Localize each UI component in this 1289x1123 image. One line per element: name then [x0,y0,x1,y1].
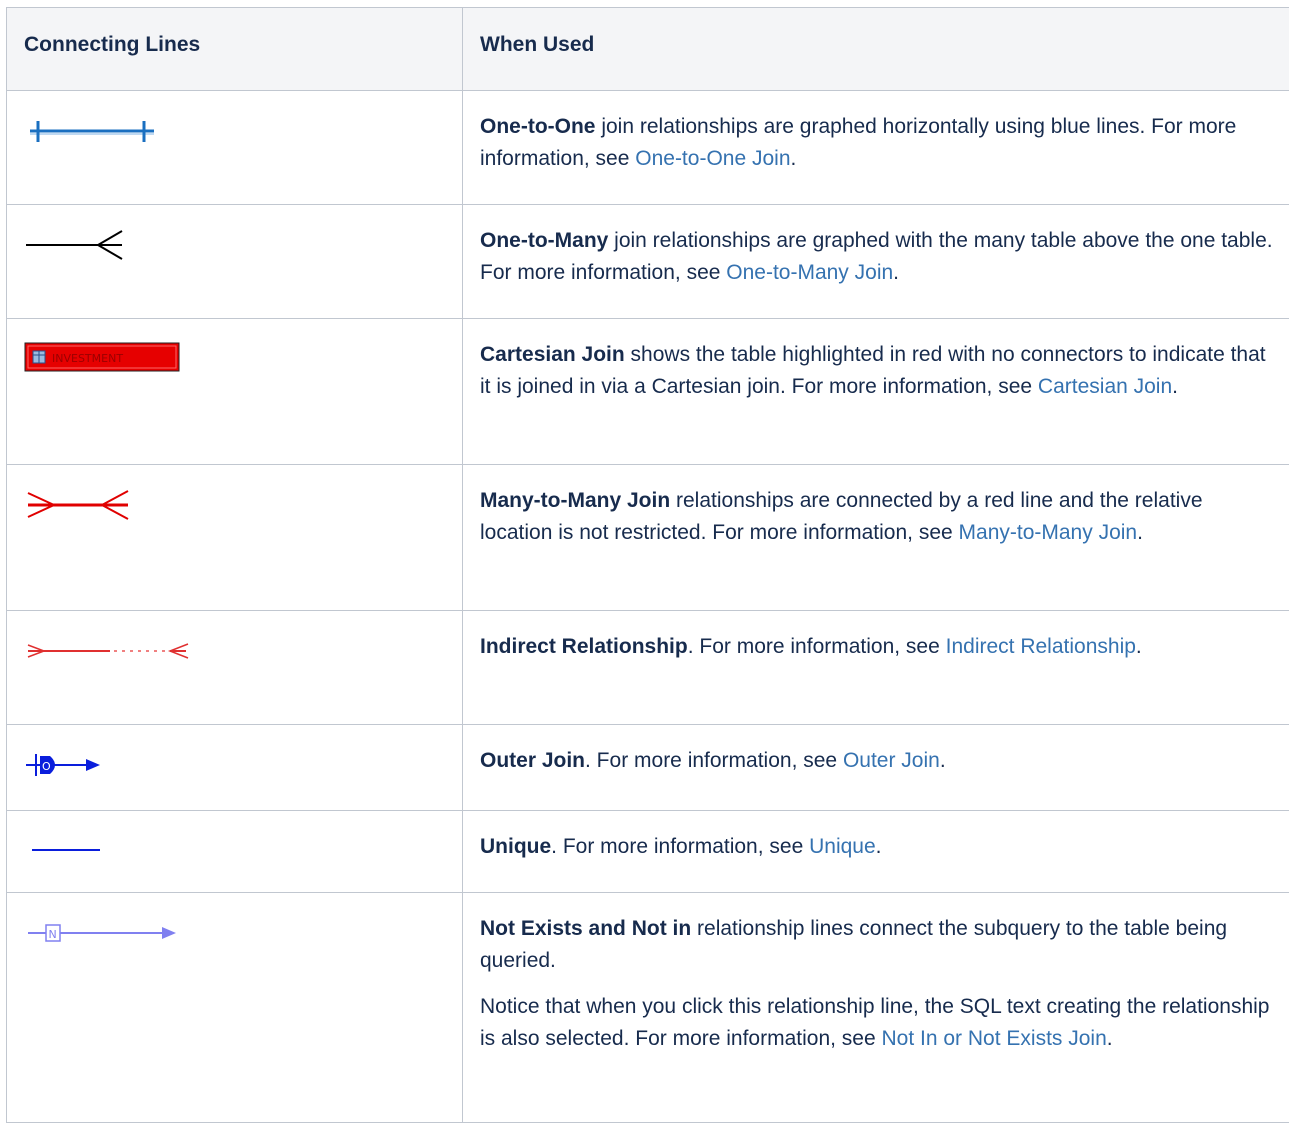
icon-cell: O [7,725,463,811]
icon-cell: INVESTMENT [7,319,463,465]
description-note: Notice that when you click this relation… [480,991,1279,1055]
table-row: Indirect Relationship. For more informat… [7,611,1289,725]
outer-join-marker: O [42,760,51,773]
icon-cell [7,811,463,893]
outer-join-link[interactable]: Outer Join [843,749,940,772]
one-to-one-join-link[interactable]: One-to-One Join [635,147,790,170]
description-text: Indirect Relationship. For more informat… [480,631,1279,663]
description-text: Outer Join. For more information, see Ou… [480,745,1279,777]
description-cell: One-to-Many join relationships are graph… [463,205,1289,319]
description-text: Many-to-Many Join relationships are conn… [480,485,1279,549]
unique-line-icon [24,831,445,871]
description-cell: Outer Join. For more information, see Ou… [463,725,1289,811]
not-exists-marker: N [49,928,57,941]
outer-join-line-icon: O [24,745,445,785]
join-type-label: One-to-Many [480,229,608,252]
table-row: O Outer Join. For more information, see … [7,725,1289,811]
description-text: Unique. For more information, see Unique… [480,831,1279,863]
join-type-label: One-to-One [480,115,596,138]
description-text: Cartesian Join shows the table highlight… [480,339,1279,403]
column-header-connecting-lines: Connecting Lines [7,8,463,91]
description-cell: Many-to-Many Join relationships are conn… [463,465,1289,611]
description-cell: Unique. For more information, see Unique… [463,811,1289,893]
cartesian-table-name: INVESTMENT [52,352,123,365]
description-cell: One-to-One join relationships are graphe… [463,91,1289,205]
icon-cell [7,205,463,319]
one-to-one-line-icon [24,111,445,151]
unique-link[interactable]: Unique [809,835,876,858]
column-header-when-used: When Used [463,8,1289,91]
description-text: Not Exists and Not in relationship lines… [480,913,1279,977]
table-row: One-to-Many join relationships are graph… [7,205,1289,319]
indirect-relationship-link[interactable]: Indirect Relationship [946,635,1136,658]
join-type-label: Outer Join [480,749,585,772]
table-row: Unique. For more information, see Unique… [7,811,1289,893]
not-in-not-exists-join-link[interactable]: Not In or Not Exists Join [882,1027,1107,1050]
join-type-label: Cartesian Join [480,343,625,366]
icon-cell [7,465,463,611]
join-type-label: Not Exists and Not in [480,917,691,940]
many-to-many-line-icon [24,485,445,525]
table-header-row: Connecting Lines When Used [7,8,1289,91]
description-text: One-to-Many join relationships are graph… [480,225,1279,289]
indirect-relationship-line-icon [24,631,445,671]
table-row: N Not Exists and Not in relationship lin… [7,893,1289,1123]
description-cell: Indirect Relationship. For more informat… [463,611,1289,725]
cartesian-table-icon: INVESTMENT [24,339,445,379]
one-to-many-join-link[interactable]: One-to-Many Join [726,261,893,284]
icon-cell [7,91,463,205]
table-row: Many-to-Many Join relationships are conn… [7,465,1289,611]
description-text: One-to-One join relationships are graphe… [480,111,1279,175]
join-type-label: Indirect Relationship [480,635,688,658]
icon-cell: N [7,893,463,1123]
not-exists-line-icon: N [24,913,445,953]
join-type-label: Unique [480,835,551,858]
table-row: One-to-One join relationships are graphe… [7,91,1289,205]
icon-cell [7,611,463,725]
cartesian-join-link[interactable]: Cartesian Join [1038,375,1172,398]
description-cell: Not Exists and Not in relationship lines… [463,893,1289,1123]
connecting-lines-table: Connecting Lines When Used One-to-One jo… [6,7,1289,1123]
one-to-many-line-icon [24,225,445,265]
join-type-label: Many-to-Many Join [480,489,670,512]
description-cell: Cartesian Join shows the table highlight… [463,319,1289,465]
many-to-many-join-link[interactable]: Many-to-Many Join [959,521,1138,544]
table-row: INVESTMENT Cartesian Join shows the tabl… [7,319,1289,465]
